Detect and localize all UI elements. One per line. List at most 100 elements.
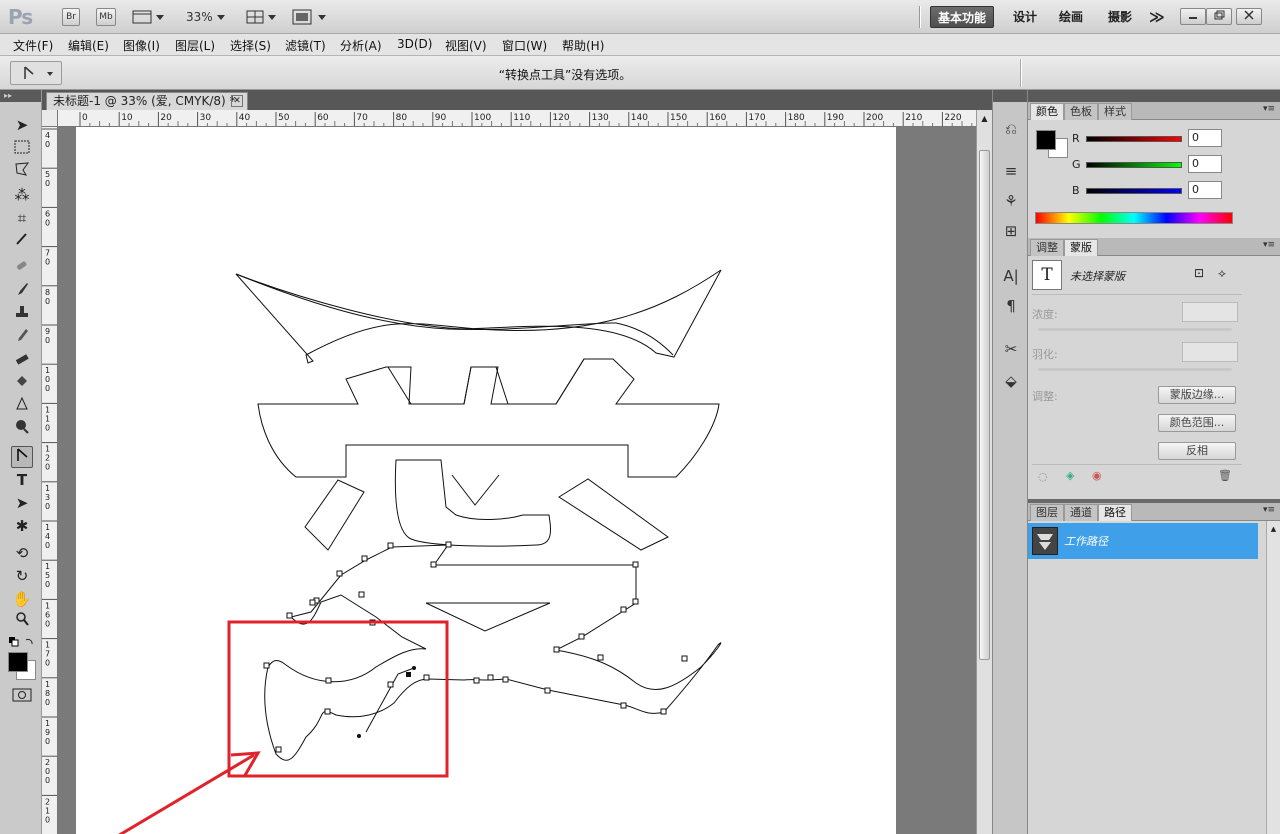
color-range-button[interactable]: 颜色范围... — [1158, 414, 1236, 432]
blue-slider[interactable] — [1086, 188, 1182, 194]
invert-button[interactable]: 反相 — [1158, 442, 1236, 460]
blur-tool-icon[interactable] — [11, 396, 33, 418]
panel-menu-icon[interactable]: ▾≡ — [1263, 240, 1275, 250]
restore-button[interactable] — [1206, 8, 1232, 25]
disable-mask-icon[interactable]: ◉ — [1092, 469, 1102, 482]
tools-icon[interactable]: ✂ — [1000, 338, 1022, 360]
history-icon[interactable]: ⎌ — [1000, 118, 1022, 140]
workspace-design[interactable]: 设计 — [1006, 6, 1044, 28]
crop-tool-icon[interactable]: ⌗ — [11, 207, 33, 229]
brush-tool-icon[interactable] — [11, 281, 33, 303]
workspace-essentials[interactable]: 基本功能 — [930, 6, 995, 28]
history-brush-tool-icon[interactable] — [11, 327, 33, 349]
canvas-viewport[interactable] — [58, 127, 976, 834]
color-swatches[interactable] — [8, 652, 38, 684]
type-tool-icon[interactable]: T — [11, 469, 33, 491]
quick-selection-tool-icon[interactable]: ⁂ — [11, 184, 33, 206]
move-tool-icon[interactable]: ➤ — [11, 114, 33, 136]
paragraph-icon[interactable]: ¶ — [1000, 295, 1022, 317]
panel-menu-icon[interactable]: ▾≡ — [1263, 505, 1275, 515]
scroll-up-icon[interactable]: ▲ — [1267, 525, 1280, 533]
menu-image[interactable]: 图像(I) — [123, 37, 160, 54]
panel-menu-icon[interactable]: ▾≡ — [1263, 104, 1275, 114]
horizontal-ruler[interactable]: 0 10 20 30 40 50 60 70 80 90 100 110 120 130 140 150 160… — [58, 110, 976, 127]
menu-view[interactable]: 视图(V) — [445, 37, 487, 54]
close-window-button[interactable] — [1236, 8, 1262, 25]
green-slider[interactable] — [1086, 162, 1182, 168]
menu-select[interactable]: 选择(S) — [230, 37, 271, 54]
menu-help[interactable]: 帮助(H) — [562, 37, 604, 54]
screen-mode-button[interactable] — [292, 9, 328, 28]
clone-source-icon[interactable]: ⚘ — [1000, 190, 1022, 212]
hand-tool-icon[interactable]: ✋ — [11, 588, 33, 610]
bridge-button[interactable]: Br — [62, 8, 80, 26]
close-document-icon[interactable]: ✕ — [231, 95, 243, 107]
view-extras-button[interactable] — [132, 9, 166, 28]
blue-value-input[interactable]: 0 — [1188, 181, 1222, 199]
dock-collapse[interactable] — [993, 90, 1027, 102]
path-selection-tool-icon[interactable]: ➤ — [11, 492, 33, 514]
zoom-tool-icon[interactable] — [11, 611, 33, 633]
tab-paths[interactable]: 路径 — [1098, 504, 1132, 521]
menu-edit[interactable]: 编辑(E) — [68, 37, 109, 54]
canvas[interactable] — [76, 127, 896, 834]
minibridge-button[interactable]: Mb — [96, 8, 116, 26]
clone-stamp-tool-icon[interactable] — [11, 304, 33, 326]
toolbox-collapse[interactable]: ▸▸ — [0, 90, 41, 102]
zoom-level[interactable]: 33% — [186, 10, 225, 24]
panels-collapse[interactable] — [1028, 90, 1280, 102]
tab-channels[interactable]: 通道 — [1064, 504, 1098, 521]
workspace-painting[interactable]: 绘画 — [1052, 6, 1090, 28]
healing-brush-tool-icon[interactable] — [11, 258, 33, 280]
mask-edge-button[interactable]: 蒙版边缘... — [1158, 386, 1236, 404]
lasso-tool-icon[interactable] — [11, 161, 33, 183]
more-workspaces-button[interactable]: ≫ — [1142, 6, 1172, 28]
path-item-work-path[interactable]: 工作路径 — [1028, 523, 1258, 559]
document-tab[interactable]: 未标题-1 @ 33% (爱, CMYK/8) * ✕ — [46, 92, 248, 110]
green-value-input[interactable]: 0 — [1188, 155, 1222, 173]
default-colors-icon[interactable] — [8, 636, 36, 653]
3d-panel-icon[interactable]: ⬙ — [1000, 370, 1022, 392]
apply-mask-icon[interactable]: ◈ — [1066, 469, 1074, 482]
tab-layers[interactable]: 图层 — [1030, 504, 1064, 521]
menu-filter[interactable]: 滤镜(T) — [285, 37, 326, 54]
scroll-up-icon[interactable]: ▲ — [977, 114, 992, 123]
vertical-ruler[interactable]: 4050607080901001101201301401501601701801… — [42, 127, 58, 834]
custom-shape-tool-icon[interactable]: ✱ — [11, 515, 33, 537]
menu-window[interactable]: 窗口(W) — [502, 37, 547, 54]
red-slider[interactable] — [1086, 136, 1182, 142]
menu-3d[interactable]: 3D(D) — [397, 37, 432, 51]
foreground-color-swatch[interactable] — [1036, 130, 1056, 150]
workspace-photography[interactable]: 摄影 — [1101, 6, 1139, 28]
menu-analysis[interactable]: 分析(A) — [340, 37, 382, 54]
foreground-color-swatch[interactable] — [8, 652, 28, 672]
ruler-origin[interactable] — [42, 110, 58, 127]
eraser-tool-icon[interactable] — [11, 350, 33, 372]
marquee-tool-icon[interactable] — [11, 138, 33, 160]
scroll-thumb[interactable] — [979, 150, 990, 660]
pixel-mask-icon[interactable]: ⊡ — [1194, 266, 1204, 280]
brush-presets-icon[interactable]: ≡ — [1000, 160, 1022, 182]
tab-adjustments[interactable]: 调整 — [1030, 239, 1064, 256]
tab-color[interactable]: 颜色 — [1030, 103, 1064, 120]
color-spectrum-ramp[interactable] — [1035, 212, 1233, 224]
menu-layer[interactable]: 图层(L) — [175, 37, 215, 54]
red-value-input[interactable]: 0 — [1188, 129, 1222, 147]
tab-styles[interactable]: 样式 — [1098, 103, 1132, 120]
3d-rotate-tool-icon[interactable]: ⟲ — [11, 542, 33, 564]
paint-bucket-tool-icon[interactable] — [11, 373, 33, 395]
dodge-tool-icon[interactable] — [11, 419, 33, 441]
tab-masks[interactable]: 蒙版 — [1064, 239, 1098, 256]
eyedropper-tool-icon[interactable] — [11, 230, 33, 252]
tab-swatches[interactable]: 色板 — [1064, 103, 1098, 120]
paths-scrollbar[interactable]: ▲ — [1266, 521, 1280, 834]
delete-mask-icon[interactable]: 🗑 — [1218, 469, 1232, 482]
vertical-scrollbar[interactable]: ▲ — [976, 110, 992, 834]
arrange-documents-button[interactable] — [246, 9, 280, 28]
tool-presets-icon[interactable]: ⊞ — [1000, 220, 1022, 242]
menu-file[interactable]: 文件(F) — [13, 37, 53, 54]
3d-orbit-tool-icon[interactable]: ↻ — [11, 565, 33, 587]
vector-mask-icon[interactable]: ⟡ — [1218, 266, 1226, 281]
convert-point-tool-icon[interactable] — [11, 446, 33, 468]
minimize-button[interactable] — [1180, 8, 1206, 25]
